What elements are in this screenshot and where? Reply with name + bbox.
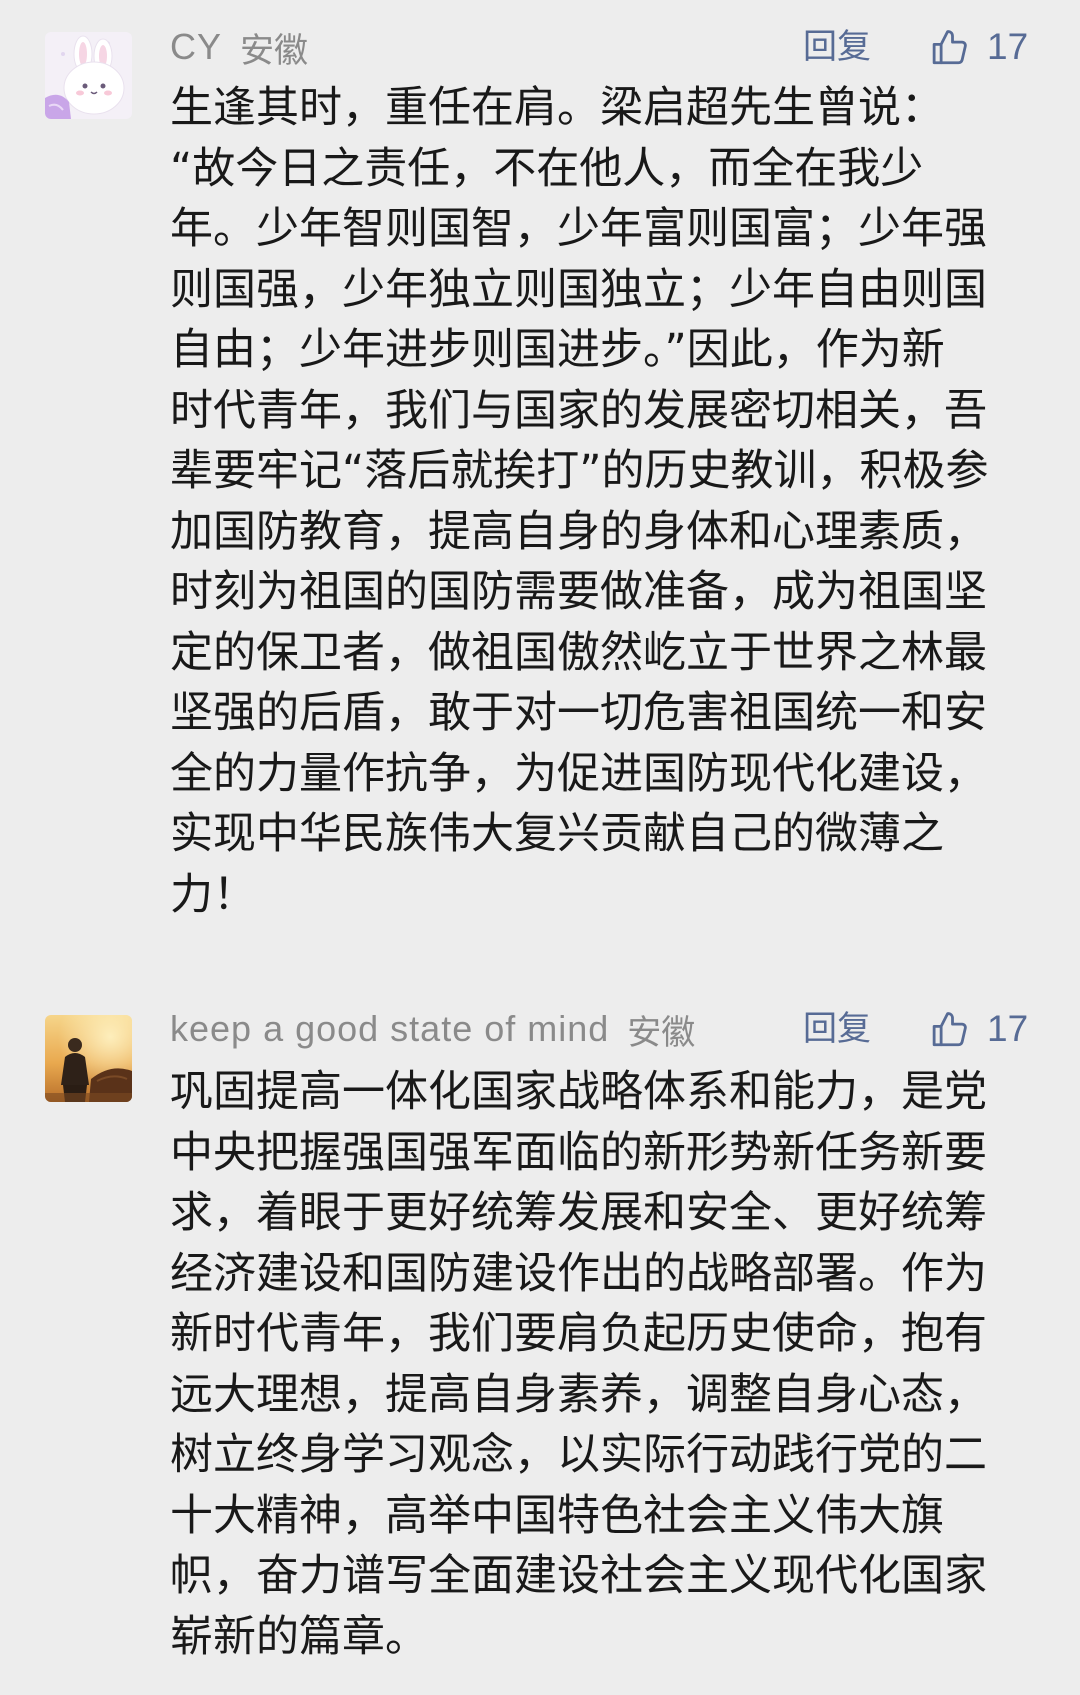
reply-button[interactable]: 回复 bbox=[803, 24, 871, 70]
like-count: 17 bbox=[987, 1008, 1029, 1049]
comment-text-line: 实现中华民族伟大复兴贡献自己的微薄之 bbox=[170, 809, 944, 859]
reply-button[interactable]: 回复 bbox=[803, 1006, 871, 1052]
comment-text-line: 十大精神，高举中国特色社会主义伟大旗 bbox=[170, 1490, 944, 1541]
comment-text-line: 经济建设和国防建设作出的战略部署。作为 bbox=[170, 1248, 987, 1299]
comment-text-line: 时代青年，我们与国家的发展密切相关，吾 bbox=[170, 385, 987, 436]
photo-avatar bbox=[45, 1015, 132, 1102]
comment-text-line: 中央把握强国强军面临的新形势新任务新要 bbox=[170, 1127, 987, 1178]
comment-text-line: 时刻为祖国的国防需要做准备，成为祖国坚 bbox=[170, 567, 987, 617]
author-location: 安徽 bbox=[240, 30, 309, 71]
bunny-avatar-icon bbox=[45, 32, 132, 119]
comment-text-line: 则国强，少年独立则国独立；少年自由则国 bbox=[170, 264, 987, 315]
comment-body: 生逢其时，重任在肩。梁启超先生曾说： “故今日之责任，不在他人，而全在我少年。少年… bbox=[170, 78, 1070, 925]
comment-text-line: 辈要牢记“落后就挨打”的历史教训，积极参 bbox=[170, 446, 989, 496]
comment-text-line: 崭新的篇章。 bbox=[170, 1611, 428, 1662]
author-location: 安徽 bbox=[627, 1012, 696, 1053]
author-name[interactable]: keep a good state of mind bbox=[170, 1008, 609, 1050]
comment-text-line: 定的保卫者，做祖国傲然屹立于世界之林最 bbox=[170, 627, 987, 678]
avatar[interactable] bbox=[45, 32, 132, 119]
comment-text-line: 年。少年智则国智，少年富则国富；少年强 bbox=[170, 204, 987, 254]
comment-text-line: 全的力量作抗争，为促进国防现代化建设， bbox=[170, 748, 987, 799]
comment-text-line: 远大理想，提高自身素养，调整自身心态， bbox=[170, 1369, 987, 1420]
avatar[interactable] bbox=[45, 1015, 132, 1102]
thumbs-up-icon bbox=[932, 30, 967, 65]
like-button[interactable]: 17 bbox=[928, 24, 1028, 70]
like-count: 17 bbox=[987, 26, 1029, 67]
comment-text-line: “故今日之责任，不在他人，而全在我少 bbox=[170, 143, 924, 194]
comment-text-line: 坚强的后盾，敢于对一切危害祖国统一和安 bbox=[170, 688, 987, 738]
comment-text-line: 树立终身学习观念，以实际行动践行党的二 bbox=[170, 1430, 987, 1480]
comment-text-line: 自由；少年进步则国进步。”因此，作为新 bbox=[170, 325, 945, 375]
comment-text-line: 力！ bbox=[170, 869, 256, 920]
comment-text-line: 生逢其时，重任在肩。梁启超先生曾说： bbox=[170, 83, 944, 133]
thumbs-up-icon bbox=[932, 1012, 967, 1047]
comment-header: CY 安徽 回复 17 bbox=[170, 24, 1032, 71]
comment-text-line: 帜，奋力谱写全面建设社会主义现代化国家 bbox=[170, 1551, 987, 1601]
comment-text-line: 巩固提高一体化国家战略体系和能力，是党 bbox=[170, 1067, 987, 1117]
comment-body: 巩固提高一体化国家战略体系和能力，是党 中央把握强国强军面临的新形势新任务新要 求，… bbox=[170, 1062, 1070, 1667]
comment-text-line: 新时代青年，我们要肩负起历史使命，抱有 bbox=[170, 1309, 987, 1359]
like-button[interactable]: 17 bbox=[928, 1006, 1028, 1052]
comment-header: keep a good state of mind 安徽 回复 17 bbox=[170, 1006, 1032, 1053]
author-name[interactable]: CY bbox=[170, 26, 222, 68]
comment-text-line: 求，着眼于更好统筹发展和安全、更好统筹 bbox=[170, 1188, 987, 1238]
comment-text-line: 加国防教育，提高自身的身体和心理素质， bbox=[170, 506, 987, 557]
